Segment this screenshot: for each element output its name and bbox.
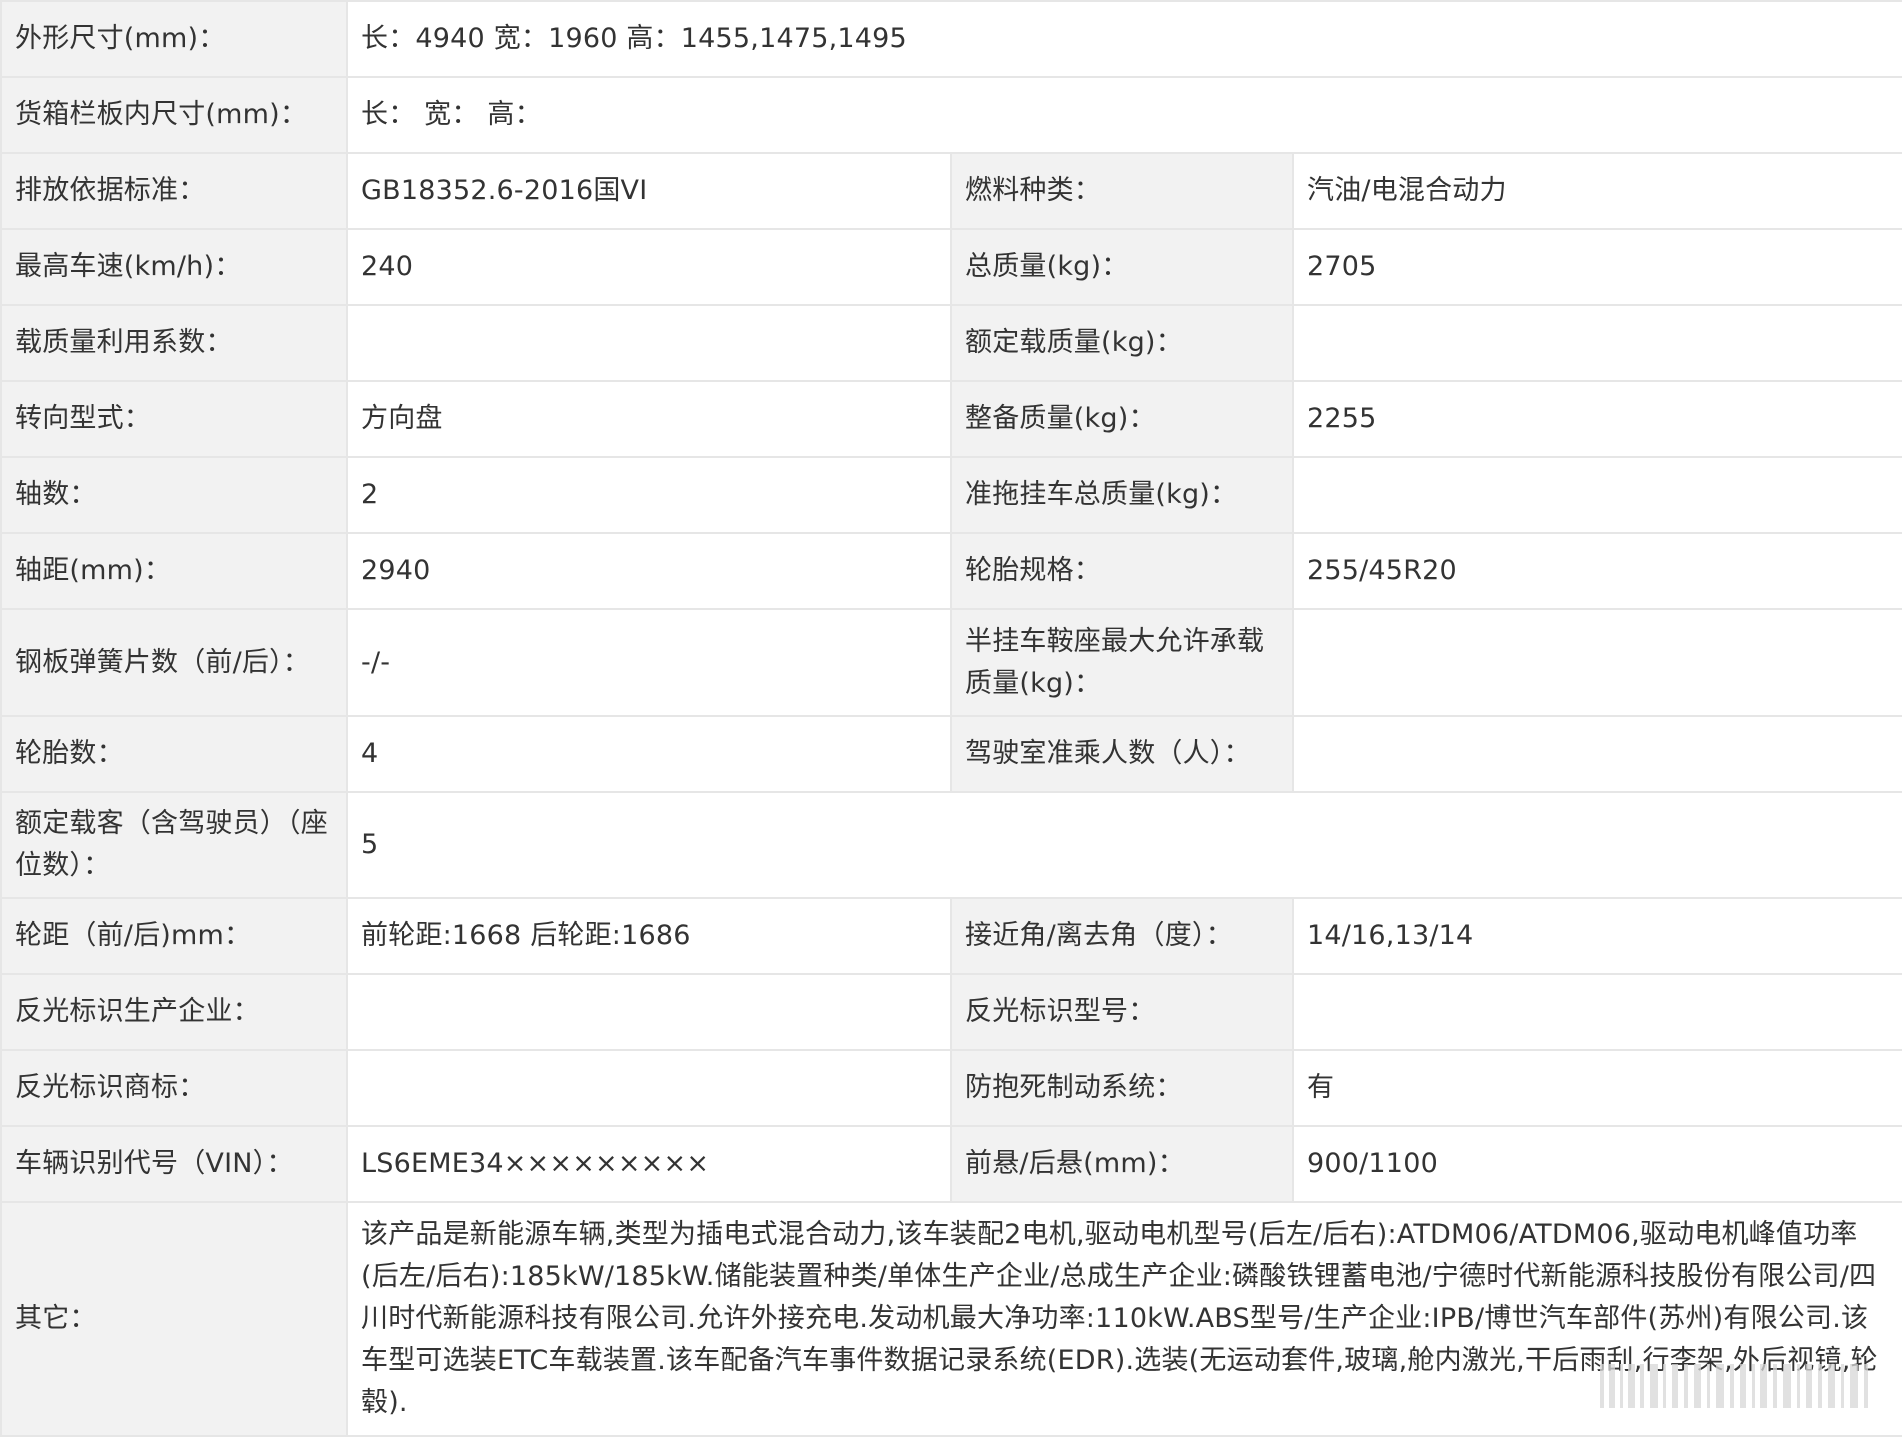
field-label: 轮胎规格： (950, 532, 1294, 610)
field-label: 前悬/后悬(mm)： (950, 1125, 1294, 1203)
field-label: 接近角/离去角（度）： (950, 897, 1294, 975)
table-row: 排放依据标准： GB18352.6-2016国VI 燃料种类： 汽油/电混合动力 (0, 152, 1902, 230)
table-row: 反光标识商标： 防抱死制动系统： 有 (0, 1049, 1902, 1127)
field-value: 900/1100 (1291, 1125, 1902, 1203)
table-row: 载质量利用系数： 额定载质量(kg)： (0, 304, 1902, 382)
table-row: 额定载客（含驾驶员）（座位数）： 5 (0, 791, 1902, 899)
table-row: 最高车速(km/h)： 240 总质量(kg)： 2705 (0, 228, 1902, 306)
field-value: 前轮距:1668 后轮距:1686 (346, 897, 952, 975)
field-label: 反光标识生产企业： (0, 973, 348, 1051)
field-label: 车辆识别代号（VIN）： (0, 1125, 348, 1203)
field-label: 排放依据标准： (0, 152, 348, 230)
field-label: 转向型式： (0, 380, 348, 458)
field-label: 燃料种类： (950, 152, 1294, 230)
field-label: 半挂车鞍座最大允许承载质量(kg)： (950, 608, 1294, 717)
field-label: 轮距（前/后)mm： (0, 897, 348, 975)
field-value: -/- (346, 608, 952, 717)
field-value: 长：4940 宽：1960 高：1455,1475,1495 (345, 0, 1902, 78)
field-value: 255/45R20 (1291, 532, 1902, 610)
field-value (346, 304, 952, 382)
field-value: 2705 (1291, 228, 1902, 306)
table-row: 轴数： 2 准拖挂车总质量(kg)： (0, 456, 1902, 534)
field-value (1291, 456, 1902, 534)
table-row: 反光标识生产企业： 反光标识型号： (0, 973, 1902, 1051)
field-value: 2255 (1291, 380, 1902, 458)
field-label: 轴数： (0, 456, 348, 534)
table-row: 轴距(mm)： 2940 轮胎规格： 255/45R20 (0, 532, 1902, 610)
field-value: 4 (346, 715, 952, 793)
field-label: 整备质量(kg)： (950, 380, 1294, 458)
field-value (1291, 973, 1902, 1051)
field-value (1291, 608, 1902, 717)
table-row: 轮胎数： 4 驾驶室准乘人数（人）： (0, 715, 1902, 793)
field-value: 14/16,13/14 (1291, 897, 1902, 975)
field-value: 有 (1291, 1049, 1902, 1127)
field-label: 外形尺寸(mm)： (0, 0, 348, 78)
table-row: 外形尺寸(mm)： 长：4940 宽：1960 高：1455,1475,1495 (0, 0, 1902, 78)
field-value: GB18352.6-2016国VI (346, 152, 952, 230)
field-label: 总质量(kg)： (950, 228, 1294, 306)
field-label: 钢板弹簧片数（前/后）： (0, 608, 348, 717)
field-value: 240 (346, 228, 952, 306)
field-label: 轴距(mm)： (0, 532, 348, 610)
field-label: 驾驶室准乘人数（人）： (950, 715, 1294, 793)
field-label: 反光标识型号： (950, 973, 1294, 1051)
notes-text: 该产品是新能源车辆,类型为插电式混合动力,该车装配2电机,驱动电机型号(后左/后… (345, 1201, 1902, 1437)
field-label: 最高车速(km/h)： (0, 228, 348, 306)
field-value: 2940 (346, 532, 952, 610)
field-label: 载质量利用系数： (0, 304, 348, 382)
field-label: 轮胎数： (0, 715, 348, 793)
field-value: LS6EME34××××××××× (346, 1125, 952, 1203)
field-label: 反光标识商标： (0, 1049, 348, 1127)
field-value: 长： 宽： 高： (345, 76, 1902, 154)
field-label: 防抱死制动系统： (950, 1049, 1294, 1127)
table-row: 货箱栏板内尺寸(mm)： 长： 宽： 高： (0, 76, 1902, 154)
field-value: 汽油/电混合动力 (1291, 152, 1902, 230)
field-label: 准拖挂车总质量(kg)： (950, 456, 1294, 534)
vehicle-spec-table: 外形尺寸(mm)： 长：4940 宽：1960 高：1455,1475,1495… (0, 0, 1902, 1437)
field-value: 方向盘 (346, 380, 952, 458)
table-row: 转向型式： 方向盘 整备质量(kg)： 2255 (0, 380, 1902, 458)
table-row: 轮距（前/后)mm： 前轮距:1668 后轮距:1686 接近角/离去角（度）：… (0, 897, 1902, 975)
field-label: 其它： (0, 1201, 348, 1437)
field-value: 2 (346, 456, 952, 534)
field-value (346, 973, 952, 1051)
field-label: 货箱栏板内尺寸(mm)： (0, 76, 348, 154)
field-label: 额定载质量(kg)： (950, 304, 1294, 382)
field-value: 5 (345, 791, 1902, 899)
field-value (346, 1049, 952, 1127)
field-label: 额定载客（含驾驶员）（座位数）： (0, 791, 348, 899)
table-row: 其它： 该产品是新能源车辆,类型为插电式混合动力,该车装配2电机,驱动电机型号(… (0, 1201, 1902, 1437)
field-value (1291, 304, 1902, 382)
table-row: 钢板弹簧片数（前/后）： -/- 半挂车鞍座最大允许承载质量(kg)： (0, 608, 1902, 717)
field-value (1291, 715, 1902, 793)
table-row: 车辆识别代号（VIN）： LS6EME34××××××××× 前悬/后悬(mm)… (0, 1125, 1902, 1203)
